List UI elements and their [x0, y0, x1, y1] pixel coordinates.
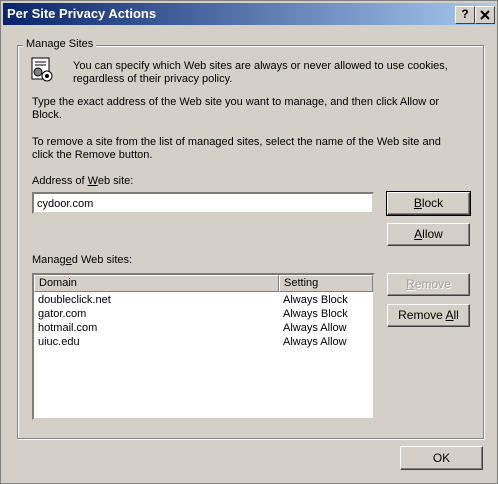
manage-sites-label: Manage Sites — [23, 38, 97, 50]
intro-text-line2: regardless of their privacy policy. — [73, 73, 233, 85]
instruction-text-2-line2: click the Remove button. — [32, 149, 153, 161]
address-label: Address of Web site: — [32, 175, 134, 187]
address-input-value: cydoor.com — [37, 198, 94, 210]
list-item[interactable]: hotmail.com Always Allow — [38, 321, 347, 335]
allow-button[interactable]: Allow — [387, 223, 470, 246]
remove-all-button[interactable]: Remove All — [387, 304, 470, 327]
close-button[interactable] — [475, 6, 495, 24]
remove-button[interactable]: Remove — [387, 273, 470, 296]
privacy-icon — [29, 57, 55, 83]
instruction-text-1-line2: Block. — [32, 109, 62, 121]
help-button[interactable]: ? — [455, 6, 475, 24]
list-item[interactable]: uiuc.edu Always Allow — [38, 335, 347, 349]
column-header-setting[interactable]: Setting — [279, 275, 373, 292]
list-item[interactable]: doubleclick.net Always Block — [38, 293, 348, 307]
instruction-text-1-line1: Type the exact address of the Web site y… — [32, 96, 440, 108]
column-header-domain[interactable]: Domain — [34, 275, 279, 292]
address-input[interactable]: cydoor.com — [32, 192, 374, 214]
block-button[interactable]: Block — [386, 191, 471, 216]
per-site-privacy-dialog: Per Site Privacy Actions ? Manage Sites … — [0, 0, 498, 484]
intro-text-line1: You can specify which Web sites are alwa… — [73, 60, 448, 72]
ok-button[interactable]: OK — [400, 446, 483, 470]
close-icon — [480, 10, 490, 20]
list-item[interactable]: gator.com Always Block — [38, 307, 348, 321]
managed-sites-list[interactable]: Domain Setting doubleclick.net Always Blo… — [32, 273, 375, 420]
instruction-text-2-line1: To remove a site from the list of manage… — [32, 136, 441, 148]
managed-sites-label: Managed Web sites: — [32, 254, 133, 266]
title-bar[interactable]: Per Site Privacy Actions ? — [3, 3, 495, 25]
window-title: Per Site Privacy Actions — [7, 6, 157, 21]
